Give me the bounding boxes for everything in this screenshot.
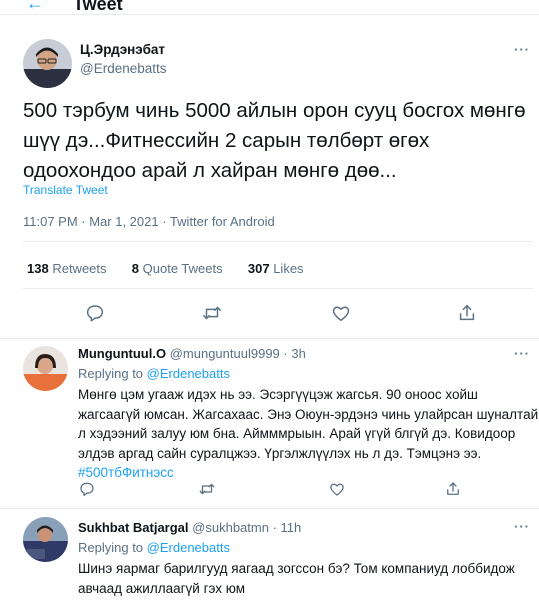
author-name[interactable]: Ц.Эрдэнэбат <box>80 42 165 57</box>
likes-count: 307 <box>247 261 270 276</box>
more-icon[interactable]: ··· <box>514 42 530 57</box>
divider <box>0 14 539 15</box>
reply-icon[interactable] <box>78 480 96 498</box>
reply-text: Шинэ яармаг барилгууд яагаад зогссон бэ?… <box>78 559 515 598</box>
share-icon[interactable] <box>444 480 462 498</box>
reply-time[interactable]: · 3h <box>283 346 305 361</box>
header: ← Tweet <box>0 0 539 14</box>
retweets-count: 138 <box>27 261 49 276</box>
share-icon[interactable] <box>456 302 478 324</box>
like-icon[interactable] <box>328 480 346 498</box>
divider <box>23 288 533 289</box>
like-icon[interactable] <box>330 302 352 324</box>
reply-header: Sukhbat Batjargal @sukhbatmn · 11h <box>78 520 301 535</box>
divider <box>23 241 533 242</box>
tweet-timestamp[interactable]: 11:07 PM · Mar 1, 2021 · Twitter for And… <box>23 214 275 229</box>
reply-text-line: л хэдээний залуу юм бна. Аймммрыын. Арай… <box>78 426 516 441</box>
likes-stat[interactable]: 307 Likes <box>248 261 304 276</box>
replying-to: Replying to @Erdenebatts <box>78 540 230 555</box>
retweet-icon[interactable] <box>201 302 223 324</box>
avatar[interactable] <box>23 517 68 562</box>
replying-to-link[interactable]: @Erdenebatts <box>147 366 230 381</box>
reply-icon[interactable] <box>84 302 106 324</box>
more-icon[interactable]: ··· <box>514 519 530 534</box>
avatar[interactable] <box>23 346 68 391</box>
retweets-label: Retweets <box>52 261 107 276</box>
reply-text-line: жагсаагүй юмсан. Жагсахаас. Энэ Оюун-эрд… <box>78 406 539 422</box>
likes-label: Likes <box>273 261 304 276</box>
replying-to: Replying to @Erdenebatts <box>78 366 230 381</box>
reply-text-line: Мөнгө цэм угааж идэх нь ээ. Эсэргүүцэж ж… <box>78 387 478 402</box>
reply-time[interactable]: · 11h <box>273 520 302 535</box>
replying-to-label: Replying to <box>78 366 144 381</box>
reply-author-handle[interactable]: @sukhbatmn <box>192 520 269 535</box>
reply-header: Munguntuul.O @munguntuul9999 · 3h <box>78 346 306 361</box>
tweet-stats: 138 Retweets 8 Quote Tweets 307 Likes <box>27 261 304 277</box>
quotes-stat[interactable]: 8 Quote Tweets <box>132 261 223 276</box>
reply-author-handle[interactable]: @munguntuul9999 <box>170 346 280 361</box>
translate-tweet-link[interactable]: Translate Tweet <box>23 183 108 197</box>
reply-author-name[interactable]: Munguntuul.O <box>78 346 166 361</box>
divider <box>0 508 539 509</box>
tweet-text: 500 тэрбум чинь 5000 айлын орон сууц бос… <box>23 99 526 182</box>
reply-text-line: элдэв аргад сайн суралцжээ. Үргэлжлүүлэх… <box>78 445 482 461</box>
quotes-label: Quote Tweets <box>142 261 223 276</box>
page-title: Tweet <box>73 0 123 14</box>
reply-text: Мөнгө цэм угааж идэх нь ээ. Эсэргүүцэж ж… <box>78 385 538 483</box>
avatar[interactable] <box>23 39 72 88</box>
reply-author-name[interactable]: Sukhbat Batjargal <box>78 520 189 535</box>
hashtag-link[interactable]: #500тбФитнэсс <box>78 463 538 483</box>
replying-to-label: Replying to <box>78 540 144 555</box>
back-arrow-icon[interactable]: ← <box>26 0 44 12</box>
retweet-icon[interactable] <box>198 480 216 498</box>
divider <box>0 338 539 339</box>
replying-to-link[interactable]: @Erdenebatts <box>147 540 230 555</box>
author-handle[interactable]: @Erdenebatts <box>80 61 167 76</box>
reply-text-line: Шинэ яармаг барилгууд яагаад зогссон бэ?… <box>78 561 515 576</box>
quotes-count: 8 <box>131 261 140 276</box>
reply-text-line: авчаад ажиллаагүй гэх юм <box>78 580 245 596</box>
retweets-stat[interactable]: 138 Retweets <box>27 261 107 276</box>
more-icon[interactable]: ··· <box>514 346 530 361</box>
